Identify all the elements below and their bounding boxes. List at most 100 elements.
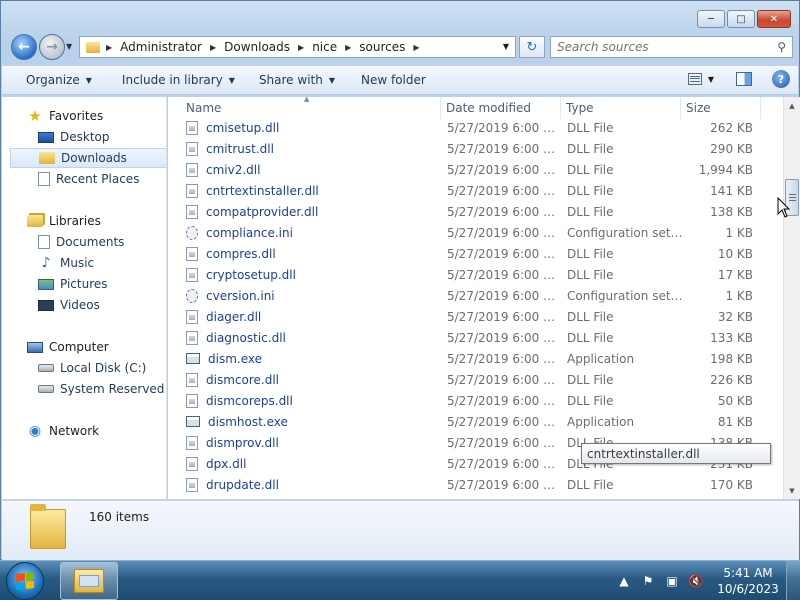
help-icon[interactable]: ? <box>772 70 790 88</box>
taskbar-explorer-button[interactable] <box>60 562 118 600</box>
preview-pane-icon[interactable] <box>736 72 752 86</box>
file-size: 138 KB <box>710 204 753 219</box>
file-name-cell[interactable]: cversion.ini <box>168 288 441 303</box>
address-history-dropdown[interactable]: ▼ <box>503 42 509 51</box>
search-box[interactable]: ⚲ <box>550 36 793 58</box>
table-row[interactable]: drupdate.dll 5/27/2019 6:00 AM DLL File 170… <box>168 474 776 495</box>
start-button[interactable] <box>6 562 44 600</box>
breadcrumb-nice[interactable]: nice <box>312 40 337 54</box>
file-name: cmiv2.dll <box>206 162 261 177</box>
file-type: DLL File <box>567 330 614 345</box>
minimize-button[interactable]: ─ <box>697 10 725 28</box>
share-with-button[interactable]: Share with ▼ <box>245 66 345 94</box>
breadcrumb-sources[interactable]: sources <box>359 40 405 54</box>
sidebar-item-videos[interactable]: Videos <box>38 295 100 315</box>
file-name: cmisetup.dll <box>206 120 280 135</box>
table-row[interactable]: dismcoreps.dll 5/27/2019 6:00 AM DLL File 5… <box>168 390 776 411</box>
chevron-right-icon[interactable]: ▶ <box>210 43 216 52</box>
table-row[interactable]: diagnostic.dll 5/27/2019 6:00 AM DLL File 1… <box>168 327 776 348</box>
sidebar-item-pictures[interactable]: Pictures <box>38 274 108 294</box>
file-name-cell[interactable]: cntrtextinstaller.dll <box>168 183 441 198</box>
new-folder-button[interactable]: New folder <box>345 66 436 94</box>
table-row[interactable]: cntrtextinstaller.dll 5/27/2019 6:00 AM DL… <box>168 180 776 201</box>
file-name-cell[interactable]: dismhost.exe <box>168 415 441 429</box>
action-center-flag-icon[interactable]: ⚑ <box>639 572 657 590</box>
table-row[interactable]: compliance.ini 5/27/2019 6:00 AM Configura… <box>168 222 776 243</box>
sidebar-item-desktop[interactable]: Desktop <box>38 127 110 147</box>
column-header-date-modified[interactable]: Date modified <box>441 97 561 119</box>
file-name-cell[interactable]: cmisetup.dll <box>168 120 441 135</box>
show-desktop-button[interactable] <box>786 561 800 600</box>
column-header-name[interactable]: ▲ Name <box>168 97 441 119</box>
sidebar-item-libraries[interactable]: Libraries <box>27 211 101 231</box>
sidebar-item-computer[interactable]: Computer <box>27 337 109 357</box>
table-row[interactable]: compatprovider.dll 5/27/2019 6:00 AM DLL F… <box>168 201 776 222</box>
table-row[interactable]: dismcore.dll 5/27/2019 6:00 AM DLL File 226… <box>168 369 776 390</box>
sidebar-item-local-disk[interactable]: Local Disk (C:) <box>38 358 146 378</box>
file-name-cell[interactable]: dism.exe <box>168 352 441 366</box>
file-name-cell[interactable]: diager.dll <box>168 309 441 324</box>
breadcrumb-downloads[interactable]: Downloads <box>224 40 290 54</box>
back-button[interactable]: ← <box>11 34 37 60</box>
vertical-scrollbar[interactable]: ▲ ▼ <box>783 97 800 499</box>
maximize-button[interactable]: □ <box>727 10 755 28</box>
chevron-right-icon[interactable]: ▶ <box>106 43 112 52</box>
column-header-type[interactable]: Type <box>561 97 681 119</box>
breadcrumb-administrator[interactable]: Administrator <box>120 40 202 54</box>
column-header-size[interactable]: Size <box>681 97 761 119</box>
folder-icon <box>86 41 100 53</box>
file-name-cell[interactable]: dismcore.dll <box>168 372 441 387</box>
sidebar-item-music[interactable]: ♪ Music <box>38 253 95 273</box>
table-row[interactable]: cversion.ini 5/27/2019 6:00 AM Configurati… <box>168 285 776 306</box>
close-button[interactable]: ✕ <box>757 10 791 28</box>
forward-button[interactable]: → <box>39 34 65 60</box>
sidebar-item-recent-places[interactable]: Recent Places <box>38 169 139 189</box>
file-name-cell[interactable]: cmitrust.dll <box>168 141 441 156</box>
table-row[interactable]: cmiv2.dll 5/27/2019 6:00 AM DLL File 1,994 … <box>168 159 776 180</box>
table-row[interactable]: cryptosetup.dll 5/27/2019 6:00 AM DLL File… <box>168 264 776 285</box>
file-name-cell[interactable]: dpx.dll <box>168 456 441 471</box>
chevron-right-icon[interactable]: ▶ <box>413 43 419 52</box>
file-name-cell[interactable]: cmiv2.dll <box>168 162 441 177</box>
table-row[interactable]: diager.dll 5/27/2019 6:00 AM DLL File 32 KB <box>168 306 776 327</box>
file-name-cell[interactable]: compatprovider.dll <box>168 204 441 219</box>
search-icon[interactable]: ⚲ <box>777 40 786 54</box>
volume-muted-icon[interactable]: 🔇 <box>687 572 705 590</box>
organize-button[interactable]: Organize ▼ <box>2 66 102 94</box>
file-name-cell[interactable]: dismprov.dll <box>168 435 441 450</box>
sidebar-item-network[interactable]: ◉ Network <box>27 421 99 441</box>
refresh-button[interactable]: ↻ <box>519 36 545 58</box>
address-bar[interactable]: ▶ Administrator ▶ Downloads ▶ nice ▶ sou… <box>79 36 516 58</box>
scroll-down-arrow-icon[interactable]: ▼ <box>784 482 800 499</box>
change-view-button[interactable]: ▼ <box>687 73 714 85</box>
table-row[interactable]: dismhost.exe 5/27/2019 6:00 AM Application… <box>168 411 776 432</box>
sidebar-item-downloads[interactable]: Downloads <box>10 148 166 168</box>
network-status-icon[interactable]: ▣ <box>663 572 681 590</box>
file-date: 5/27/2019 6:00 AM <box>447 393 561 408</box>
sidebar-item-documents[interactable]: Documents <box>38 232 124 252</box>
sidebar-item-system-reserved[interactable]: System Reserved (E:) <box>38 379 166 399</box>
clock[interactable]: 5:41 AM 10/6/2023 <box>714 565 782 597</box>
file-name-cell[interactable]: drupdate.dll <box>168 477 441 492</box>
show-hidden-icons-icon[interactable]: ▲ <box>615 572 633 590</box>
scroll-up-arrow-icon[interactable]: ▲ <box>784 97 800 114</box>
file-name-cell[interactable]: compliance.ini <box>168 225 441 240</box>
file-name-cell[interactable]: compres.dll <box>168 246 441 261</box>
chevron-right-icon[interactable]: ▶ <box>345 43 351 52</box>
dll-file-icon <box>186 141 198 156</box>
sidebar-item-favorites[interactable]: ★ Favorites <box>27 106 103 126</box>
file-name-cell[interactable]: diagnostic.dll <box>168 330 441 345</box>
file-date: 5/27/2019 6:00 AM <box>447 309 561 324</box>
file-size: 1 KB <box>725 225 753 240</box>
file-name-cell[interactable]: dismcoreps.dll <box>168 393 441 408</box>
navigation-bar: ← → ▼ ▶ Administrator ▶ Downloads ▶ nice… <box>9 34 793 60</box>
chevron-right-icon[interactable]: ▶ <box>298 43 304 52</box>
recent-pages-dropdown[interactable]: ▼ <box>66 42 72 51</box>
include-in-library-button[interactable]: Include in library ▼ <box>102 66 245 94</box>
search-input[interactable] <box>551 37 761 57</box>
table-row[interactable]: cmitrust.dll 5/27/2019 6:00 AM DLL File 290… <box>168 138 776 159</box>
table-row[interactable]: compres.dll 5/27/2019 6:00 AM DLL File 10 K… <box>168 243 776 264</box>
table-row[interactable]: cmisetup.dll 5/27/2019 6:00 AM DLL File 262… <box>168 117 776 138</box>
table-row[interactable]: dism.exe 5/27/2019 6:00 AM Application 198 … <box>168 348 776 369</box>
file-name-cell[interactable]: cryptosetup.dll <box>168 267 441 282</box>
